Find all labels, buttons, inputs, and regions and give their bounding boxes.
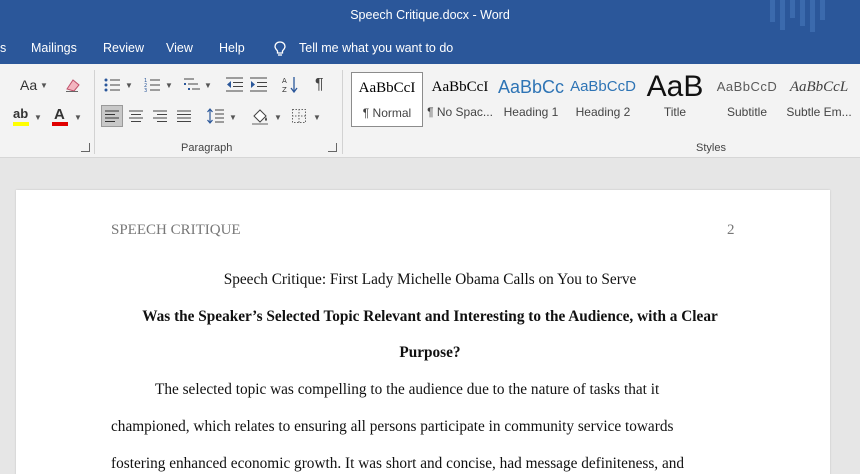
svg-text:Z: Z xyxy=(282,86,287,93)
numbering-icon[interactable]: 1 2 3 xyxy=(144,77,160,92)
align-left-icon xyxy=(105,110,119,122)
styles-group-label: Styles xyxy=(696,142,726,154)
running-header: SPEECH CRITIQUE xyxy=(111,222,241,238)
align-center-icon[interactable] xyxy=(129,110,143,122)
style-label: Subtitle xyxy=(726,105,768,119)
tab-help[interactable]: Help xyxy=(219,41,245,55)
chevron-down-icon[interactable]: ▼ xyxy=(229,113,237,122)
style-label: Title xyxy=(663,105,687,119)
borders-icon[interactable] xyxy=(292,109,306,123)
align-left-button[interactable] xyxy=(101,105,123,127)
style-preview: AaBbCcD xyxy=(716,79,778,94)
multilevel-list-icon[interactable] xyxy=(184,77,200,92)
style-preview: AaB xyxy=(646,72,704,102)
svg-text:A: A xyxy=(282,77,287,85)
increase-indent-icon[interactable] xyxy=(250,77,267,92)
bullets-icon[interactable] xyxy=(104,78,120,92)
font-color-swatch xyxy=(52,122,68,126)
chevron-down-icon[interactable]: ▼ xyxy=(204,81,212,90)
paragraph-group-label: Paragraph xyxy=(181,142,233,154)
style-label: Heading 1 xyxy=(503,105,559,119)
style-preview: AaBbCcI xyxy=(431,79,489,95)
shading-icon[interactable] xyxy=(251,107,269,125)
title-bar-decoration xyxy=(770,0,830,32)
font-dialog-launcher[interactable] xyxy=(81,143,90,152)
sort-icon[interactable]: A Z xyxy=(282,76,298,93)
svg-text:3: 3 xyxy=(144,88,147,92)
tell-me-search[interactable]: Tell me what you want to do xyxy=(299,41,453,55)
section-heading-line-2: Purpose? xyxy=(399,344,461,361)
style-normal[interactable]: AaBbCcI ¶ Normal xyxy=(351,72,423,127)
style-subtitle[interactable]: AaBbCcD Subtitle xyxy=(713,72,781,127)
chevron-down-icon[interactable]: ▼ xyxy=(313,113,321,122)
chevron-down-icon[interactable]: ▼ xyxy=(165,81,173,90)
group-divider xyxy=(94,70,95,154)
body-text-line: championed, which relates to ensuring al… xyxy=(111,418,674,435)
font-color-button[interactable]: A xyxy=(52,106,68,126)
style-heading-2[interactable]: AaBbCcD Heading 2 xyxy=(569,72,637,127)
style-preview: AaBbCc xyxy=(497,77,565,97)
page-number: 2 xyxy=(727,222,735,238)
tab-references[interactable]: s xyxy=(0,41,6,55)
change-case-button[interactable]: Aa xyxy=(20,77,37,93)
section-heading-line-1: Was the Speaker’s Selected Topic Relevan… xyxy=(142,308,718,325)
title-bar: Speech Critique.docx - Word xyxy=(0,0,860,32)
highlight-color-swatch xyxy=(13,122,29,126)
font-color-icon: A xyxy=(54,106,65,123)
style-no-spacing[interactable]: AaBbCcI ¶ No Spac... xyxy=(424,72,496,127)
style-heading-1[interactable]: AaBbCc Heading 1 xyxy=(497,72,565,127)
decrease-indent-icon[interactable] xyxy=(226,77,243,92)
align-right-icon[interactable] xyxy=(153,110,167,122)
style-label: ¶ No Spac... xyxy=(427,105,493,119)
style-title[interactable]: AaB Title xyxy=(641,72,709,127)
chevron-down-icon[interactable]: ▼ xyxy=(40,81,48,90)
style-preview: AaBbCcD xyxy=(570,78,636,95)
body-text-line: The selected topic was compelling to the… xyxy=(155,381,660,398)
paragraph-dialog-launcher[interactable] xyxy=(328,143,337,152)
style-label: Subtle Em... xyxy=(786,105,852,119)
style-label: Heading 2 xyxy=(575,105,631,119)
tab-mailings[interactable]: Mailings xyxy=(31,41,77,55)
lightbulb-icon xyxy=(274,41,286,56)
body-text-line: fostering enhanced economic growth. It w… xyxy=(111,455,685,472)
chevron-down-icon[interactable]: ▼ xyxy=(274,113,282,122)
chevron-down-icon[interactable]: ▼ xyxy=(74,113,82,122)
line-spacing-icon[interactable] xyxy=(207,108,224,124)
style-subtle-emphasis[interactable]: AaBbCcL Subtle Em... xyxy=(785,72,853,127)
clear-formatting-icon[interactable] xyxy=(64,77,82,93)
ribbon-tab-bar: s Mailings Review View Help Tell me what… xyxy=(0,32,860,64)
document-title: Speech Critique: First Lady Michelle Oba… xyxy=(223,271,637,288)
tab-review[interactable]: Review xyxy=(103,41,144,55)
style-preview: AaBbCcI xyxy=(358,80,416,96)
highlighter-icon: ab xyxy=(13,106,29,121)
show-formatting-marks-icon[interactable]: ¶ xyxy=(315,76,324,94)
tab-view[interactable]: View xyxy=(166,41,193,55)
justify-icon[interactable] xyxy=(177,110,191,122)
group-divider xyxy=(342,70,343,154)
chevron-down-icon[interactable]: ▼ xyxy=(125,81,133,90)
text-highlight-button[interactable]: ab xyxy=(13,106,29,126)
window-title: Speech Critique.docx - Word xyxy=(350,8,510,22)
style-label: ¶ Normal xyxy=(362,106,412,120)
style-preview: AaBbCcL xyxy=(789,79,849,95)
chevron-down-icon[interactable]: ▼ xyxy=(34,113,42,122)
